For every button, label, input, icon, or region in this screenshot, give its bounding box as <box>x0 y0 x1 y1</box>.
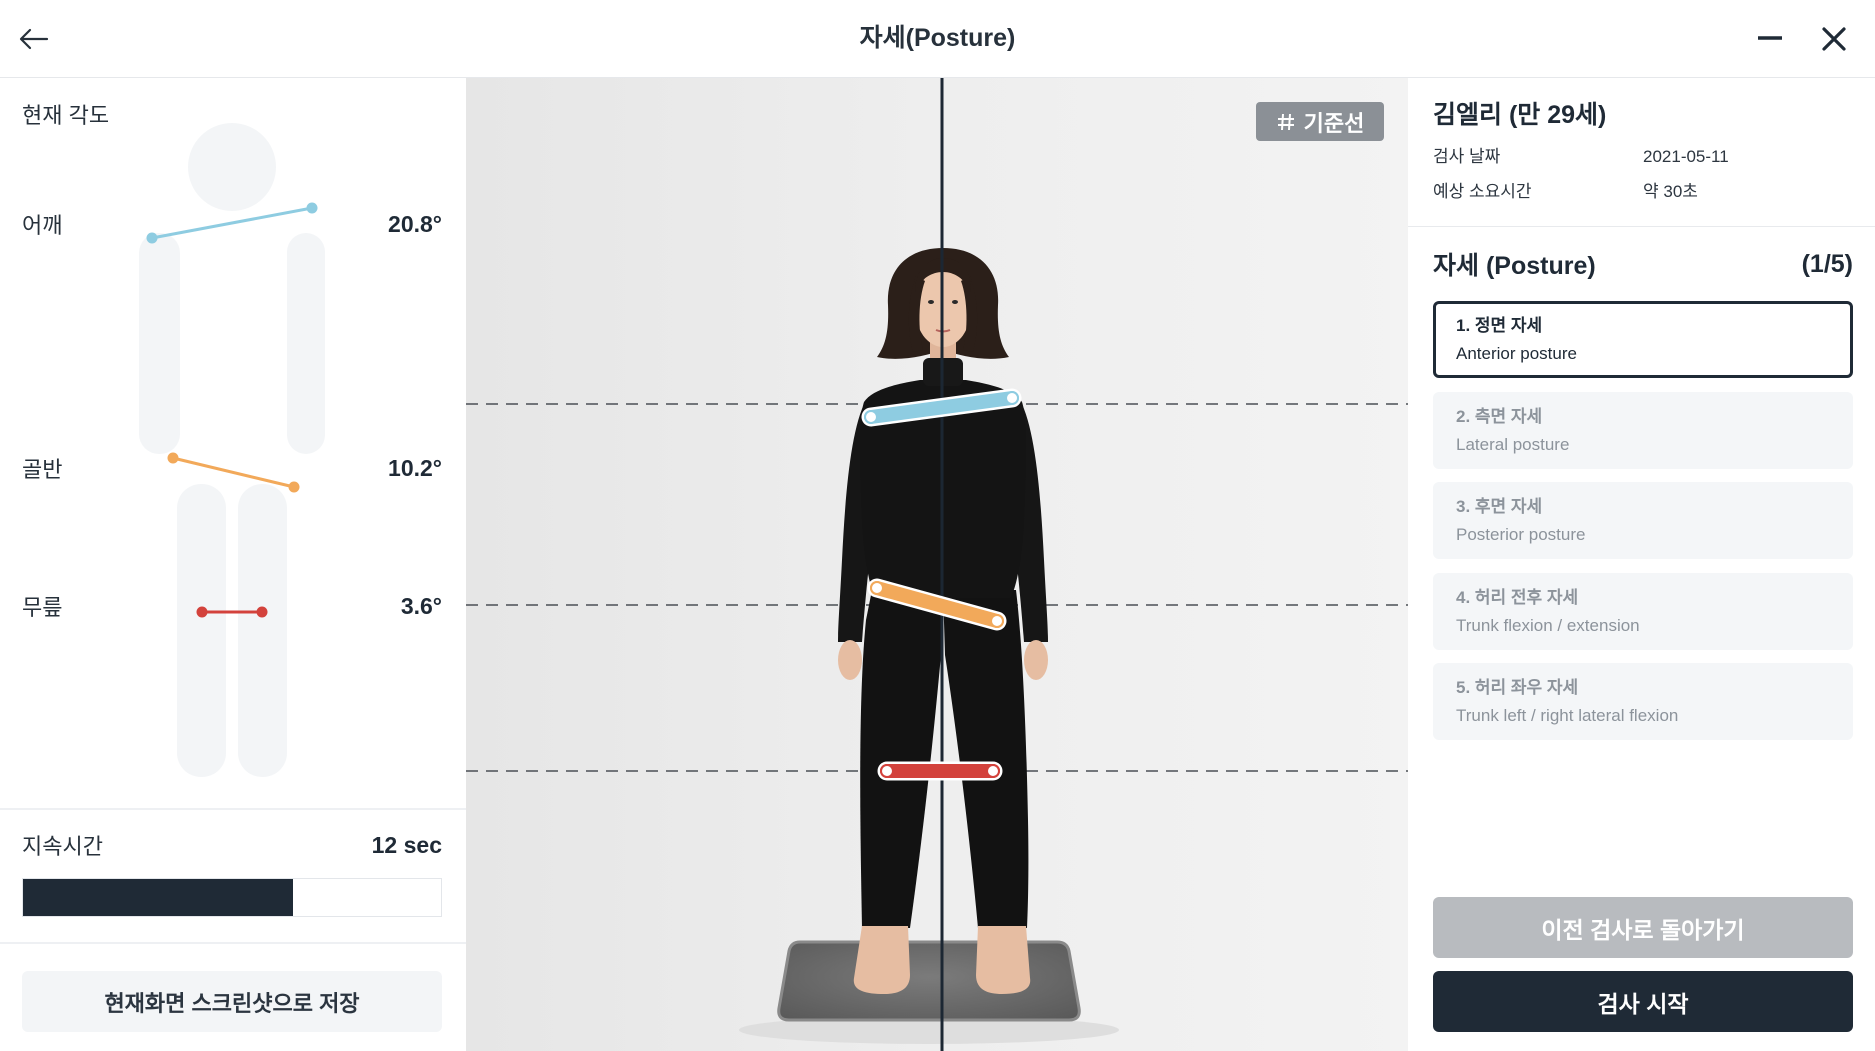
shoulder-label: 어깨 <box>22 213 63 238</box>
left-eye <box>928 300 934 304</box>
test-header: 자세 (Posture) (1/5) <box>1433 249 1853 281</box>
duration-label: 지속시간 <box>22 834 103 859</box>
duration-value: 12 sec <box>371 831 442 858</box>
pelvis-right-point <box>288 481 300 493</box>
estimated-time-field: 예상 소요시간 약 30초 <box>1433 178 1853 206</box>
step-subtitle: Trunk left / right lateral flexion <box>1456 706 1679 725</box>
silhouette-left-leg <box>177 484 226 777</box>
knee-angle-value: 3.6° <box>400 592 442 619</box>
test-info-panel: 김엘리 (만 29세) 검사 날짜 2021-05-11 예상 소요시간 약 3… <box>1408 78 1875 1051</box>
step-item-posterior[interactable]: 3. 후면 자세 Posterior posture <box>1433 482 1853 559</box>
step-title: 1. 정면 자세 <box>1456 316 1543 335</box>
right-foot <box>976 926 1031 994</box>
panel-divider <box>1408 226 1875 227</box>
right-hand <box>1024 640 1048 680</box>
silhouette-right-leg <box>238 484 287 777</box>
step-item-trunk-flexion[interactable]: 4. 허리 전후 자세 Trunk flexion / extension <box>1433 572 1853 650</box>
duration-progress-bar <box>22 878 442 917</box>
guideline-label: 기준선 <box>1303 110 1365 136</box>
left-hand <box>838 640 862 680</box>
silhouette-right-arm <box>287 233 325 454</box>
hash-icon <box>1276 112 1296 132</box>
shoulder-angle-value: 20.8° <box>388 210 442 237</box>
shoulder-bar-left-point <box>864 410 878 424</box>
knee-bar-left-point <box>880 764 894 778</box>
shoulder-angle-row: 어깨 20.8° <box>22 209 442 239</box>
guideline-toggle-button[interactable]: 기준선 <box>1256 102 1384 141</box>
back-arrow-icon[interactable] <box>14 20 54 58</box>
posture-camera-view: 기준선 <box>466 78 1408 1051</box>
pelvis-angle-row: 골반 10.2° <box>22 453 442 483</box>
pelvis-label: 골반 <box>22 457 63 482</box>
section-divider <box>0 808 466 810</box>
step-title: 4. 허리 전후 자세 <box>1456 587 1579 607</box>
save-screenshot-button[interactable]: 현재화면 스크린샷으로 저장 <box>22 971 442 1032</box>
exam-date-field: 검사 날짜 2021-05-11 <box>1433 143 1853 171</box>
shoulder-bar-right-point <box>1005 391 1019 405</box>
current-angle-title: 현재 각도 <box>22 103 110 128</box>
duration-progress-fill <box>23 879 293 916</box>
section-divider <box>0 942 466 944</box>
knee-bar-right-point <box>986 764 1000 778</box>
step-subtitle: Lateral posture <box>1456 434 1570 454</box>
knee-angle-row: 무릎 3.6° <box>22 591 442 621</box>
silhouette-left-arm <box>139 233 180 454</box>
right-eye <box>952 300 958 304</box>
angle-panel: 현재 각도 어깨 20.8° 골반 10.2° 무릎 3.6° 지속시간 12 … <box>0 78 466 1051</box>
standing-mat <box>777 940 1081 1022</box>
previous-test-button[interactable]: 이전 검사로 돌아가기 <box>1433 897 1853 958</box>
step-subtitle: Posterior posture <box>1456 525 1586 544</box>
test-step-counter: (1/5) <box>1801 249 1853 278</box>
page-title: 자세(Posture) <box>859 24 1016 52</box>
estimated-time-label: 예상 소요시간 <box>1433 182 1532 201</box>
step-item-lateral[interactable]: 2. 측면 자세 Lateral posture <box>1433 391 1853 469</box>
posture-photo <box>466 78 1408 1051</box>
patient-name: 김엘리 (만 29세) <box>1433 101 1607 129</box>
step-item-trunk-lateral-flexion[interactable]: 5. 허리 좌우 자세 Trunk left / right lateral f… <box>1433 663 1853 740</box>
pelvis-bar-left-point <box>870 581 884 595</box>
close-icon[interactable] <box>1816 20 1852 56</box>
posture-step-list: 1. 정면 자세 Anterior posture 2. 측면 자세 Later… <box>1433 301 1853 740</box>
start-test-button[interactable]: 검사 시작 <box>1433 971 1853 1032</box>
step-subtitle: Trunk flexion / extension <box>1456 615 1640 635</box>
exam-date-label: 검사 날짜 <box>1433 147 1501 166</box>
test-title: 자세 (Posture) <box>1433 252 1596 280</box>
knee-angle-bar <box>877 761 1003 781</box>
estimated-time-value: 약 30초 <box>1643 182 1698 201</box>
pelvis-angle-value: 10.2° <box>388 454 442 481</box>
left-foot <box>853 926 910 994</box>
step-item-anterior[interactable]: 1. 정면 자세 Anterior posture <box>1433 301 1853 378</box>
pelvis-bar-right-point <box>990 614 1004 628</box>
body-diagram <box>139 123 325 777</box>
silhouette-head <box>188 123 276 211</box>
exam-date-value: 2021-05-11 <box>1643 147 1729 166</box>
minimize-icon[interactable] <box>1752 20 1788 56</box>
step-title: 2. 측면 자세 <box>1456 406 1543 426</box>
app-header: 자세(Posture) <box>0 0 1875 78</box>
step-subtitle: Anterior posture <box>1456 344 1577 363</box>
duration-row: 지속시간 12 sec <box>22 830 442 860</box>
step-title: 3. 후면 자세 <box>1456 497 1543 516</box>
step-title: 5. 허리 좌우 자세 <box>1456 678 1579 697</box>
knee-label: 무릎 <box>22 595 63 620</box>
